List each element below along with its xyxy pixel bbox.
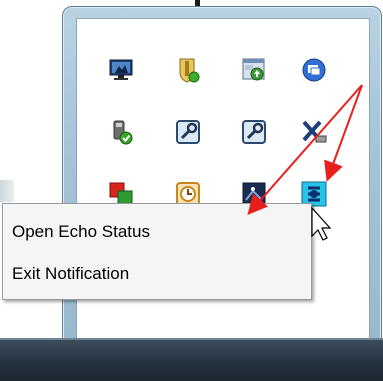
safely-remove-usb-icon[interactable] xyxy=(300,118,328,146)
wrench-tool-icon-2[interactable] xyxy=(240,118,268,146)
screen: Open Echo Status Exit Notification xyxy=(0,0,383,381)
network-monitor-icon[interactable] xyxy=(107,56,135,84)
shield-status-icon[interactable] xyxy=(174,56,202,84)
menu-item-open-echo-status[interactable]: Open Echo Status xyxy=(12,222,150,242)
background-window-edge xyxy=(0,180,14,202)
wrench-tool-icon[interactable] xyxy=(174,118,202,146)
window-update-icon[interactable] xyxy=(240,56,268,84)
blue-circle-app-icon[interactable] xyxy=(300,56,328,84)
taskbar-highlight xyxy=(0,338,383,340)
tray-context-menu xyxy=(2,203,312,300)
usb-device-ok-icon[interactable] xyxy=(107,118,135,146)
taskbar xyxy=(0,338,383,381)
menu-item-exit-notification[interactable]: Exit Notification xyxy=(12,264,129,284)
